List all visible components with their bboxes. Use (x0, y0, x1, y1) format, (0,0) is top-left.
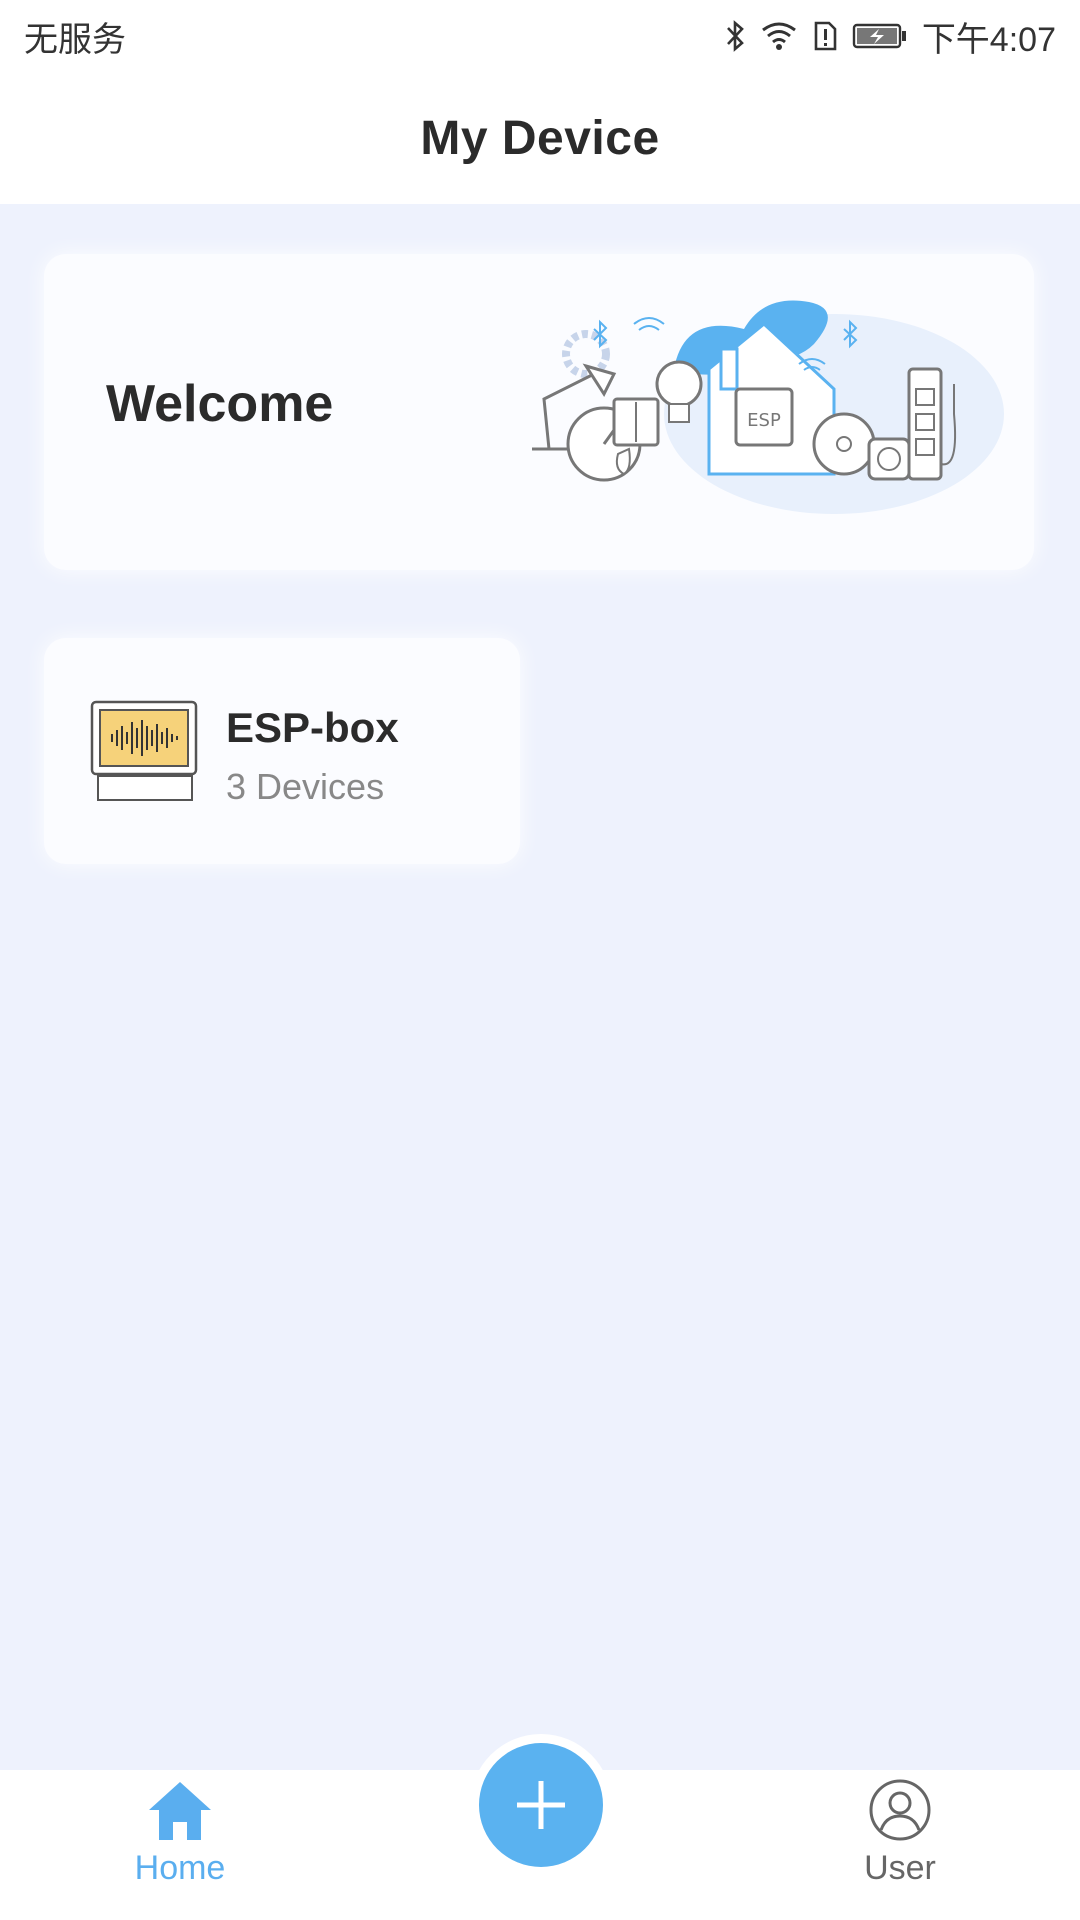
svg-text:ESP: ESP (747, 410, 781, 431)
device-count: 3 Devices (226, 766, 385, 807)
alert-icon (814, 21, 837, 51)
app-header: My Device (0, 72, 1080, 204)
device-card-esp-box[interactable]: ESP-box 3 Devices (44, 638, 520, 864)
carrier-text: 无服务 (24, 20, 126, 59)
bluetooth-icon (726, 20, 744, 52)
nav-home-label: Home (134, 1849, 226, 1887)
welcome-text: Welcome (106, 375, 334, 433)
esp-box-device-image (90, 700, 198, 801)
nav-home[interactable]: Home (100, 1778, 260, 1908)
battery-charging-icon (852, 23, 906, 49)
add-fab-wrapper (470, 1734, 612, 1876)
plus-icon (517, 1781, 565, 1829)
smart-home-illustration: ESP (532, 300, 1004, 514)
page-title: My Device (420, 111, 660, 165)
status-time: 下午4:07 (921, 20, 1056, 59)
add-device-button[interactable] (479, 1743, 603, 1867)
main-content: Welcome ESP ESP-box 3 Devices (0, 204, 1080, 1770)
status-icons: 下午4:07 (724, 12, 1056, 61)
welcome-card: Welcome ESP (44, 254, 1034, 570)
status-bar: 无服务 下午4:07 (0, 0, 1080, 72)
device-name: ESP-box (226, 704, 399, 751)
home-icon (149, 1782, 211, 1840)
nav-user[interactable]: User (820, 1778, 980, 1908)
user-icon (869, 1779, 931, 1841)
wifi-icon (761, 22, 796, 50)
nav-user-label: User (864, 1849, 936, 1887)
